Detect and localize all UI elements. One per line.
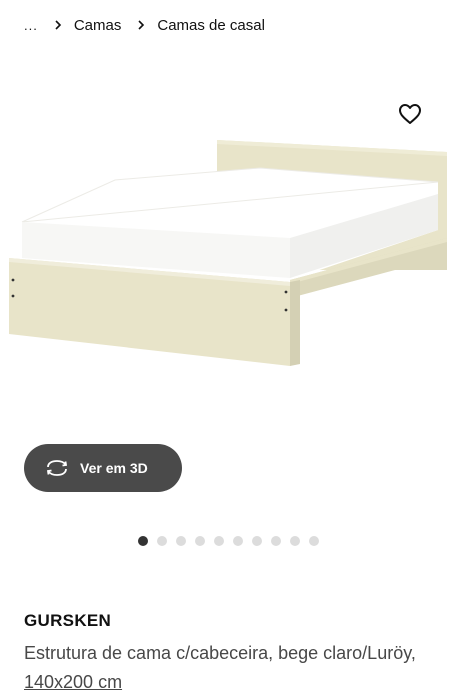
carousel-dot[interactable] — [214, 536, 224, 546]
view-in-3d-button[interactable]: Ver em 3D — [24, 444, 182, 492]
breadcrumb: ... Camas Camas de casal — [24, 14, 265, 36]
product-description-text: Estrutura de cama c/cabeceira, bege clar… — [24, 643, 416, 663]
breadcrumb-item-camas[interactable]: Camas — [74, 17, 122, 34]
carousel-dot[interactable] — [138, 536, 148, 546]
rotate-3d-icon — [44, 458, 70, 478]
breadcrumb-item-camas-de-casal[interactable]: Camas de casal — [157, 17, 265, 34]
heart-icon — [399, 104, 421, 124]
chevron-right-icon — [138, 20, 145, 30]
product-size-link[interactable]: 140x200 cm — [24, 672, 122, 692]
product-image-bed[interactable] — [0, 130, 457, 380]
image-carousel-indicator — [138, 536, 319, 546]
view-in-3d-label: Ver em 3D — [80, 460, 148, 476]
carousel-dot[interactable] — [271, 536, 281, 546]
carousel-dot[interactable] — [309, 536, 319, 546]
wishlist-button[interactable] — [396, 100, 424, 128]
breadcrumb-ellipsis[interactable]: ... — [24, 18, 38, 33]
carousel-dot[interactable] — [252, 536, 262, 546]
product-name: GURSKEN — [24, 611, 112, 630]
carousel-dot[interactable] — [176, 536, 186, 546]
carousel-dot[interactable] — [157, 536, 167, 546]
chevron-right-icon — [55, 20, 61, 30]
carousel-dot[interactable] — [195, 536, 205, 546]
carousel-dot[interactable] — [290, 536, 300, 546]
product-description: Estrutura de cama c/cabeceira, bege clar… — [24, 639, 444, 697]
carousel-dot[interactable] — [233, 536, 243, 546]
